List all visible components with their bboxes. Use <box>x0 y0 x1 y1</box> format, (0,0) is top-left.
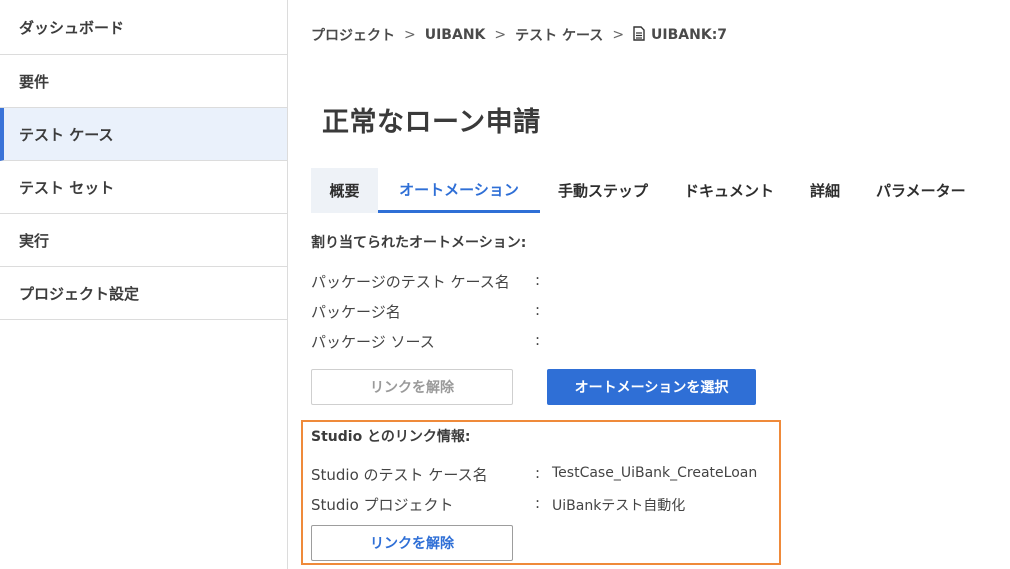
page-title: 正常なローン申請 <box>322 107 541 138</box>
breadcrumb-project[interactable]: プロジェクト <box>311 25 395 45</box>
assigned-automation-title: 割り当てられたオートメーション: <box>311 235 527 251</box>
breadcrumb-test-cases[interactable]: テスト ケース <box>515 25 603 45</box>
package-source-label: パッケージ ソース <box>311 333 435 351</box>
studio-project-value: UiBankテスト自動化 <box>552 498 686 514</box>
main-content: プロジェクト > UIBANK > テスト ケース > UIBANK:7 正常な… <box>288 0 1010 569</box>
sidebar-item-project-settings[interactable]: プロジェクト設定 <box>0 267 287 320</box>
breadcrumb: プロジェクト > UIBANK > テスト ケース > UIBANK:7 <box>311 25 727 45</box>
package-name-label: パッケージ名 <box>311 303 401 321</box>
field-colon: : <box>535 331 541 349</box>
sidebar-item-label: テスト ケース <box>19 125 114 144</box>
sidebar-item-requirements[interactable]: 要件 <box>0 55 287 108</box>
studio-project-label: Studio プロジェクト <box>311 496 454 514</box>
breadcrumb-separator: > <box>494 27 507 43</box>
unlink-automation-button[interactable]: リンクを解除 <box>311 369 513 405</box>
sidebar-item-label: 要件 <box>19 72 50 91</box>
sidebar-item-label: 実行 <box>19 231 50 250</box>
field-colon: : <box>535 301 541 319</box>
sidebar-item-label: ダッシュボード <box>19 18 125 37</box>
tab-overview[interactable]: 概要 <box>311 168 378 213</box>
tab-bar: 概要 オートメーション 手動ステップ ドキュメント 詳細 パラメーター <box>311 168 984 213</box>
sidebar-item-label: テスト セット <box>19 178 115 197</box>
tab-documents[interactable]: ドキュメント <box>666 168 792 213</box>
unlink-studio-button[interactable]: リンクを解除 <box>311 525 513 561</box>
tab-manual-steps[interactable]: 手動ステップ <box>540 168 666 213</box>
studio-link-panel: Studio とのリンク情報: Studio のテスト ケース名 : TestC… <box>301 420 781 565</box>
tab-details[interactable]: 詳細 <box>792 168 858 213</box>
document-icon <box>633 25 645 45</box>
field-colon: : <box>535 464 541 482</box>
tab-parameters[interactable]: パラメーター <box>858 168 984 213</box>
sidebar: ダッシュボード 要件 テスト ケース テスト セット 実行 プロジェクト設定 <box>0 0 288 569</box>
breadcrumb-uibank[interactable]: UIBANK <box>425 27 486 43</box>
field-colon: : <box>535 271 541 289</box>
sidebar-item-dashboard[interactable]: ダッシュボード <box>0 0 287 55</box>
sidebar-item-test-sets[interactable]: テスト セット <box>0 161 287 214</box>
sidebar-item-label: プロジェクト設定 <box>19 284 140 303</box>
package-test-case-name-label: パッケージのテスト ケース名 <box>311 273 510 291</box>
field-colon: : <box>535 494 541 512</box>
sidebar-item-execution[interactable]: 実行 <box>0 214 287 267</box>
breadcrumb-separator: > <box>404 27 416 43</box>
studio-test-case-name-label: Studio のテスト ケース名 <box>311 466 488 484</box>
sidebar-item-test-cases[interactable]: テスト ケース <box>0 108 287 161</box>
tab-automation[interactable]: オートメーション <box>378 168 540 213</box>
breadcrumb-separator: > <box>612 27 625 43</box>
breadcrumb-current: UIBANK:7 <box>651 27 728 43</box>
select-automation-button[interactable]: オートメーションを選択 <box>547 369 756 405</box>
studio-link-title: Studio とのリンク情報: <box>311 429 471 445</box>
studio-test-case-name-value: TestCase_UiBank_CreateLoan <box>552 465 758 481</box>
